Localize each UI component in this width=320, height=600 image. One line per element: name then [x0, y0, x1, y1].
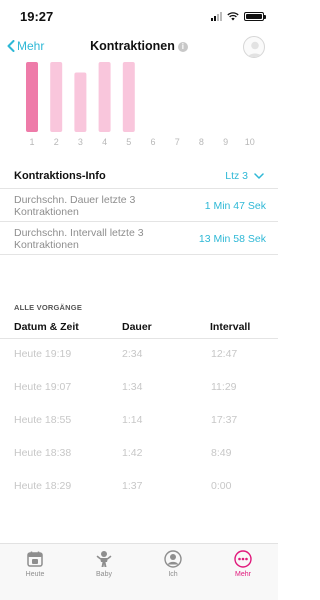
status-time: 19:27 — [20, 9, 54, 24]
average-duration-value: 1 Min 47 Sek — [204, 200, 266, 212]
chevron-down-icon — [254, 172, 264, 179]
tab-heute-label: Heute — [25, 571, 45, 578]
avatar[interactable] — [243, 36, 265, 58]
average-interval-row: Durchschn. Intervall letzte 3 Kontraktio… — [0, 224, 278, 255]
row-date: Heute 18:29 — [14, 480, 72, 492]
contractions-chart: 1 2 3 4 5 6 7 8 9 10 — [26, 62, 255, 147]
contraction-info-header: Kontraktions-Info Ltz 3 — [0, 163, 278, 189]
column-duration: Dauer — [122, 321, 152, 333]
wifi-icon — [227, 12, 239, 21]
tab-ich[interactable]: Ich — [148, 550, 198, 578]
column-interval: Intervall — [210, 321, 251, 333]
tab-mehr[interactable]: Mehr — [218, 550, 268, 578]
row-interval: 8:49 — [211, 447, 232, 459]
row-duration: 2:34 — [122, 348, 143, 360]
row-duration: 1:14 — [122, 414, 143, 426]
tab-ich-label: Ich — [168, 571, 178, 578]
status-bar: 19:27 — [0, 0, 278, 34]
info-icon[interactable]: i — [177, 42, 188, 52]
chart-tick-label: 2 — [54, 137, 59, 147]
status-icons — [211, 12, 266, 21]
row-interval: 0:00 — [211, 480, 232, 492]
calendar-icon — [27, 551, 43, 567]
chart-tick-label: 3 — [78, 137, 83, 147]
tab-baby[interactable]: Baby — [79, 550, 129, 578]
contraction-info-title: Kontraktions-Info — [14, 169, 106, 182]
range-selector[interactable]: Ltz 3 — [225, 170, 264, 182]
average-duration-label: Durchschn. Dauer letzte 3 Kontraktionen — [14, 193, 136, 219]
chart-tick-label: 9 — [223, 137, 228, 147]
baby-icon — [96, 551, 112, 567]
history-table-header: Datum & Zeit Dauer Intervall — [0, 318, 278, 339]
chart-tick-label: 7 — [175, 137, 180, 147]
chart-tick-label: 6 — [150, 137, 155, 147]
chart-tick-label: 1 — [29, 137, 34, 147]
chart-tick-label: 4 — [102, 137, 107, 147]
column-date: Datum & Zeit — [14, 321, 79, 333]
range-selector-label: Ltz 3 — [225, 169, 248, 182]
row-date: Heute 19:19 — [14, 348, 72, 360]
average-interval-value: 13 Min 58 Sek — [198, 233, 266, 245]
row-duration: 1:34 — [122, 381, 143, 393]
row-interval: 17:37 — [211, 414, 238, 426]
chart-bar — [74, 72, 87, 132]
tab-bar: Heute Baby Ich Mehr — [0, 543, 278, 600]
battery-icon — [244, 12, 266, 21]
chart-tick-label: 5 — [126, 137, 131, 147]
chart-bar — [26, 62, 38, 132]
table-row[interactable]: Heute 19:07 1:34 11:29 — [0, 374, 278, 402]
row-duration: 1:37 — [122, 480, 143, 492]
person-icon — [164, 550, 182, 568]
chart-tick-label: 8 — [199, 137, 204, 147]
table-row[interactable]: Heute 18:29 1:37 0:00 — [0, 473, 278, 501]
page-title: Kontraktionen — [90, 39, 175, 53]
navigation-bar: Mehr Kontraktionen i — [0, 34, 278, 62]
table-row[interactable]: Heute 19:19 2:34 12:47 — [0, 341, 278, 369]
chart-bar — [50, 62, 63, 132]
all-events-label: ALLE VORGÄNGE — [14, 303, 83, 312]
chart-bar — [122, 62, 135, 132]
row-date: Heute 18:55 — [14, 414, 72, 426]
tab-baby-label: Baby — [96, 571, 112, 578]
average-duration-row: Durchschn. Dauer letzte 3 Kontraktionen … — [0, 191, 278, 222]
tab-heute[interactable]: Heute — [10, 550, 60, 578]
person-icon — [247, 41, 263, 57]
signal-icon — [211, 12, 222, 21]
tab-mehr-label: Mehr — [235, 571, 251, 578]
row-duration: 1:42 — [122, 447, 143, 459]
row-date: Heute 18:38 — [14, 447, 72, 459]
row-interval: 11:29 — [211, 381, 237, 393]
chart-bar — [98, 62, 111, 132]
row-date: Heute 19:07 — [14, 381, 72, 393]
more-icon — [234, 550, 252, 568]
row-interval: 12:47 — [211, 348, 238, 360]
chart-tick-label: 10 — [245, 137, 255, 147]
page-title-wrap: Kontraktionen i — [0, 39, 278, 53]
average-interval-label: Durchschn. Intervall letzte 3 Kontraktio… — [14, 226, 144, 252]
table-row[interactable]: Heute 18:38 1:42 8:49 — [0, 440, 278, 468]
table-row[interactable]: Heute 18:55 1:14 17:37 — [0, 407, 278, 435]
